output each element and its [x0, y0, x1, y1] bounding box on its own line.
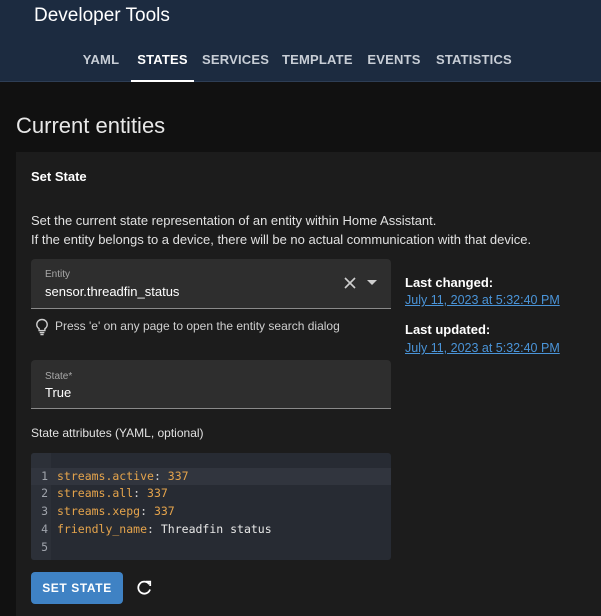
last-updated-label: Last updated: — [405, 322, 491, 337]
line-number: 3 — [41, 504, 48, 518]
code-line[interactable]: 4 friendly_name: Threadfin status — [31, 521, 391, 538]
refresh-icon[interactable] — [135, 579, 153, 597]
state-field[interactable]: State* True — [31, 360, 391, 409]
yaml-separator: : — [133, 486, 148, 500]
description-line-2: If the entity belongs to a device, there… — [31, 232, 532, 247]
last-changed-value[interactable]: July 11, 2023 at 5:32:40 PM — [405, 293, 560, 307]
state-field-label: State* — [45, 371, 73, 382]
yaml-editor[interactable]: 1 streams.active: 337 2 streams.all: 337… — [31, 453, 391, 560]
yaml-key: streams.active — [57, 469, 154, 483]
yaml-value: 337 — [153, 504, 175, 518]
line-number: 1 — [41, 469, 48, 483]
tab-events[interactable]: EVENTS — [366, 40, 422, 82]
yaml-separator: : — [147, 522, 161, 536]
tab-states[interactable]: STATES — [131, 40, 194, 82]
entity-field[interactable]: Entity sensor.threadfin_status — [31, 259, 391, 309]
yaml-value: Threadfin status — [160, 522, 272, 536]
clear-icon[interactable] — [343, 276, 357, 290]
yaml-key: friendly_name — [57, 522, 148, 536]
entity-search-hint: Press 'e' on any page to open the entity… — [55, 319, 340, 333]
dropdown-icon[interactable] — [367, 280, 377, 285]
tab-template[interactable]: TEMPLATE — [282, 40, 353, 82]
entity-field-value[interactable]: sensor.threadfin_status — [45, 284, 179, 299]
tab-yaml[interactable]: YAML — [78, 40, 124, 82]
code-line[interactable]: 5 — [31, 539, 391, 556]
app-header: Developer Tools YAML STATES SERVICES TEM… — [0, 0, 601, 82]
yaml-value: 337 — [167, 469, 189, 483]
last-updated-value[interactable]: July 11, 2023 at 5:32:40 PM — [405, 341, 560, 355]
set-state-button[interactable]: SET STATE — [31, 572, 123, 604]
code-line[interactable]: 3 streams.xepg: 337 — [31, 503, 391, 520]
yaml-key: streams.all — [57, 486, 134, 500]
state-field-value[interactable]: True — [45, 385, 71, 400]
line-number: 4 — [41, 522, 48, 536]
code-line[interactable]: 2 streams.all: 337 — [31, 485, 391, 502]
last-changed-label: Last changed: — [405, 275, 494, 290]
code-line[interactable]: 1 streams.active: 337 — [31, 468, 391, 485]
description-line-1: Set the current state representation of … — [31, 213, 437, 228]
yaml-separator: : — [140, 504, 154, 518]
attributes-label: State attributes (YAML, optional) — [31, 426, 204, 440]
tab-services[interactable]: SERVICES — [202, 40, 269, 82]
page-title: Current entities — [16, 113, 166, 138]
tab-bar: YAML STATES SERVICES TEMPLATE EVENTS STA… — [0, 40, 601, 82]
yaml-key: streams.xepg — [57, 504, 141, 518]
card-title: Set State — [31, 169, 87, 184]
app-title: Developer Tools — [34, 5, 170, 26]
yaml-separator: : — [153, 469, 168, 483]
lightbulb-icon — [36, 318, 48, 336]
yaml-value: 337 — [147, 486, 168, 500]
tab-statistics[interactable]: STATISTICS — [436, 40, 512, 82]
line-number: 2 — [41, 486, 48, 500]
entity-field-label: Entity — [45, 269, 71, 280]
line-number: 5 — [41, 540, 48, 554]
